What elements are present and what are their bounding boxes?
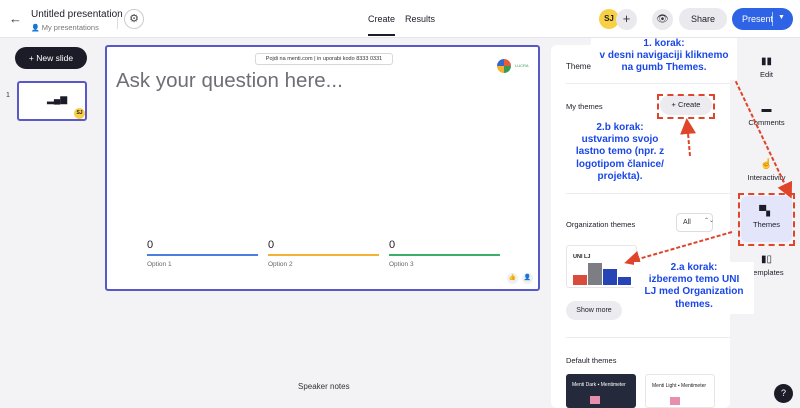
divider	[566, 193, 730, 194]
breadcrumb-my-presentations[interactable]: My presentations	[42, 23, 99, 32]
annotation-line: izberemo temo UNI	[648, 274, 740, 286]
theme-preview-swatch	[590, 396, 600, 404]
help-button[interactable]: ?	[774, 384, 793, 403]
option-item[interactable]: 0 Option 3	[389, 239, 500, 268]
participant-icon[interactable]: 👤	[522, 273, 533, 284]
present-label: Present	[742, 14, 774, 24]
option-bar	[389, 254, 500, 256]
add-collaborator-plus-icon[interactable]: +	[616, 9, 637, 30]
theme-name: Menti Dark ▪ Mentimeter	[572, 382, 626, 388]
default-themes-heading: Default themes	[566, 356, 617, 365]
theme-card-menti-dark[interactable]: Menti Dark ▪ Mentimeter	[566, 374, 636, 408]
org-theme-name: UNI LJ	[573, 254, 591, 260]
option-label: Option 2	[268, 261, 293, 268]
settings-gear-icon[interactable]: ⚙	[124, 9, 144, 29]
option-value: 0	[147, 239, 154, 251]
annotation-highlight-create	[657, 94, 715, 119]
my-themes-heading: My themes	[566, 102, 603, 111]
join-instructions: Pojdi na menti.com | in uporabi kodo 833…	[255, 53, 393, 65]
theme-card-menti-light[interactable]: Menti Light ▪ Mentimeter	[645, 374, 715, 408]
rail-label: Interactivity	[747, 173, 786, 182]
annotation-line: logotipom članice/	[576, 158, 664, 170]
annotation-line: na gumb Themes.	[621, 62, 707, 74]
divider	[566, 83, 730, 84]
theme-brand: Mentimeter	[600, 382, 626, 388]
divider	[566, 337, 730, 338]
annotation-line: 1. korak:	[643, 38, 685, 49]
rail-label: Edit	[760, 70, 773, 79]
option-value: 0	[389, 239, 396, 251]
thumbs-up-icon[interactable]: 👍	[507, 273, 518, 284]
breadcrumb[interactable]: 👤 My presentations	[31, 23, 99, 32]
tab-results[interactable]: Results	[405, 14, 435, 24]
hand-icon: ☝	[760, 159, 773, 170]
theme-brand: Mentimeter	[681, 383, 707, 389]
organization-logo	[497, 59, 511, 73]
annotation-line: v desni navigaciji kliknemo	[599, 50, 729, 62]
organization-themes-heading: Organization themes	[566, 220, 636, 229]
share-button[interactable]: Share	[679, 8, 727, 30]
option-bar	[268, 254, 379, 256]
show-more-button[interactable]: Show more	[566, 301, 622, 320]
annotation-step2b: 2.b korak: ustvarimo svojo lastno temo (…	[561, 122, 679, 188]
org-theme-card-uni-lj[interactable]: UNI LJ	[566, 245, 637, 288]
rail-item-comments[interactable]: ▬ Comments	[741, 104, 792, 127]
bar-chart-icon: ▂▄▆	[47, 94, 68, 104]
slide-number: 1	[6, 92, 10, 99]
annotation-line: themes.	[675, 298, 713, 310]
theme-name-text: Menti Dark	[572, 382, 597, 388]
annotation-line: projekta).	[597, 170, 643, 182]
option-item[interactable]: 0 Option 2	[268, 239, 379, 268]
divider	[772, 12, 773, 26]
edit-icon: ▮▮	[760, 56, 772, 67]
divider	[117, 10, 118, 29]
option-item[interactable]: 0 Option 1	[147, 239, 258, 268]
option-label: Option 1	[147, 261, 172, 268]
tab-create[interactable]: Create	[368, 14, 396, 36]
theme-name: Menti Light ▪ Mentimeter	[652, 383, 707, 389]
top-bar: ← Untitled presentation 👤 My presentation…	[0, 0, 800, 38]
annotation-step1: 1. korak: v desni navigaciji kliknemo na…	[591, 38, 737, 80]
annotation-highlight-themes	[738, 193, 795, 246]
annotation-line: ustvarimo svojo	[581, 134, 659, 146]
option-value: 0	[268, 239, 275, 251]
organization-logo-text: LUCRA	[515, 63, 529, 68]
rail-item-edit[interactable]: ▮▮ Edit	[741, 56, 792, 79]
annotation-line: LJ med Organization	[644, 286, 744, 298]
slide-canvas[interactable]: Pojdi na menti.com | in uporabi kodo 833…	[105, 45, 540, 291]
presentation-title[interactable]: Untitled presentation	[31, 9, 123, 20]
back-arrow-icon[interactable]: ←	[9, 11, 22, 26]
speaker-notes[interactable]: Speaker notes	[298, 382, 350, 391]
theme-preview-swatch	[670, 397, 680, 405]
annotation-step2a: 2.a korak: izberemo temo UNI LJ med Orga…	[634, 262, 754, 314]
rail-label: Comments	[748, 118, 785, 127]
question-heading[interactable]: Ask your question here...	[116, 69, 343, 93]
theme-name-text: Menti Light	[652, 383, 677, 389]
new-slide-button[interactable]: + New slide	[15, 47, 87, 69]
slide-thumbnail[interactable]: ▂▄▆ SJ	[17, 81, 87, 121]
option-bar	[147, 254, 258, 256]
theme-preview-bars	[573, 263, 631, 285]
annotation-line: lastno temo (npr. z	[575, 146, 665, 158]
option-label: Option 3	[389, 261, 414, 268]
rail-item-interactivity[interactable]: ☝ Interactivity	[741, 159, 792, 182]
chevron-up-down-icon: ⌃⌄	[704, 218, 715, 224]
user-icon: 👤	[31, 25, 40, 32]
comment-icon: ▬	[761, 104, 772, 115]
annotation-line: 2.b korak:	[596, 122, 644, 133]
preview-eye-icon[interactable]: 👁	[652, 9, 673, 30]
avatar: SJ	[74, 108, 85, 119]
chevron-down-icon[interactable]: ▼	[778, 14, 785, 21]
annotation-line: 2.a korak:	[670, 262, 718, 273]
